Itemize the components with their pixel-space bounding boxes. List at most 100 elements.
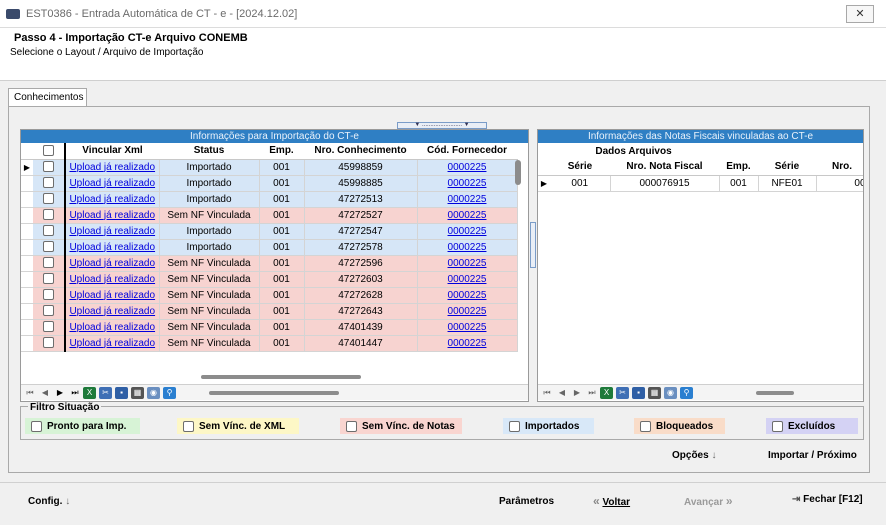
table-row[interactable]: Upload já realizado Importado 001 47272547 0…	[21, 223, 518, 240]
upload-link[interactable]: Upload já realizado	[69, 258, 155, 269]
fechar-button[interactable]: ⇥ Fechar [F12]	[792, 494, 863, 505]
cell-nro-conhecimento[interactable]: 47272628	[304, 287, 418, 304]
cell-status[interactable]: Sem NF Vinculada	[159, 255, 260, 272]
scrollbar-thumb[interactable]	[201, 375, 361, 379]
row-checkbox[interactable]	[33, 175, 66, 192]
cell-status[interactable]: Sem NF Vinculada	[159, 287, 260, 304]
upload-link[interactable]: Upload já realizado	[69, 274, 155, 285]
cell-nro-conhecimento[interactable]: 47272578	[304, 239, 418, 256]
fornecedor-link[interactable]: 0000225	[448, 194, 487, 205]
vertical-splitter-handle[interactable]	[530, 222, 536, 268]
cell-cod-fornecedor[interactable]: 0000225	[417, 159, 518, 176]
fornecedor-link[interactable]: 0000225	[448, 226, 487, 237]
filter-sem-vinc-xml[interactable]: Sem Vínc. de XML	[177, 418, 299, 434]
table-row[interactable]: Upload já realizado Sem NF Vinculada 001 47…	[21, 207, 518, 224]
cell-emp[interactable]: 001	[259, 191, 305, 208]
table-row[interactable]: Upload já realizado Importado 001 45998885 0…	[21, 175, 518, 192]
table-row[interactable]: Upload já realizado Importado 001 47272513 0…	[21, 191, 518, 208]
cell-emp[interactable]: 001	[259, 175, 305, 192]
filter-importados[interactable]: Importados	[503, 418, 594, 434]
prior-record-icon[interactable]: ◀	[38, 386, 52, 399]
filter-icon[interactable]: ◉	[664, 386, 677, 399]
cell-emp[interactable]: 001	[259, 239, 305, 256]
prior-record-icon[interactable]: ◀	[555, 386, 569, 399]
upload-link[interactable]: Upload já realizado	[69, 290, 155, 301]
row-checkbox[interactable]	[33, 335, 66, 352]
cell-serie[interactable]: 001	[550, 175, 611, 192]
config-button[interactable]: Config. ↓	[28, 496, 70, 507]
filter-excluidos[interactable]: Excluídos	[766, 418, 858, 434]
vertical-scrollbar-thumb[interactable]	[515, 160, 521, 185]
filter-icon[interactable]: ◉	[147, 386, 160, 399]
fornecedor-link[interactable]: 0000225	[448, 290, 487, 301]
upload-link[interactable]: Upload já realizado	[69, 306, 155, 317]
cell-nro-conhecimento[interactable]: 47272643	[304, 303, 418, 320]
save-icon[interactable]: ▪	[115, 386, 128, 399]
row-checkbox[interactable]	[33, 159, 66, 176]
table-row[interactable]: ▶ 001 000076915 001 NFE01 00	[538, 175, 863, 192]
cell-cod-fornecedor[interactable]: 0000225	[417, 287, 518, 304]
column-header-vincular-xml[interactable]: Vincular Xml	[65, 143, 159, 160]
cell-emp[interactable]: 001	[259, 287, 305, 304]
cell-nro-conhecimento[interactable]: 47272603	[304, 271, 418, 288]
row-checkbox[interactable]	[33, 239, 66, 256]
cell-status[interactable]: Sem NF Vinculada	[159, 271, 260, 288]
row-checkbox[interactable]	[33, 319, 66, 336]
upload-link[interactable]: Upload já realizado	[69, 242, 155, 253]
cell-cod-fornecedor[interactable]: 0000225	[417, 319, 518, 336]
table-row[interactable]: Upload já realizado Sem NF Vinculada 001 47…	[21, 319, 518, 336]
filter-pronto-para-imp[interactable]: Pronto para Imp.	[25, 418, 140, 434]
filter-sem-vinc-notas[interactable]: Sem Vínc. de Notas	[340, 418, 462, 434]
cell-vincular-xml[interactable]: Upload já realizado	[65, 335, 160, 352]
search-icon[interactable]: ⚲	[680, 386, 693, 399]
column-header-nro-nota-fiscal[interactable]: Nro. Nota Fiscal	[610, 159, 719, 176]
cell-vincular-xml[interactable]: Upload já realizado	[65, 159, 160, 176]
cell-status[interactable]: Sem NF Vinculada	[159, 207, 260, 224]
upload-link[interactable]: Upload já realizado	[69, 322, 155, 333]
cell-cod-fornecedor[interactable]: 0000225	[417, 335, 518, 352]
table-row[interactable]: ▶ Upload já realizado Importado 001 45998859…	[21, 159, 518, 176]
upload-link[interactable]: Upload já realizado	[69, 194, 155, 205]
cell-status[interactable]: Importado	[159, 223, 260, 240]
table-row[interactable]: Upload já realizado Importado 001 47272578 0…	[21, 239, 518, 256]
filter-bloqueados[interactable]: Bloqueados	[634, 418, 725, 434]
column-header-serie-2[interactable]: Série	[758, 159, 816, 176]
navigator-scrollbar[interactable]	[756, 390, 794, 395]
grid-icon[interactable]: ▦	[648, 386, 661, 399]
cell-vincular-xml[interactable]: Upload já realizado	[65, 287, 160, 304]
cell-vincular-xml[interactable]: Upload já realizado	[65, 319, 160, 336]
column-header-nro[interactable]: Nro.	[816, 159, 863, 176]
cell-cod-fornecedor[interactable]: 0000225	[417, 223, 518, 240]
cell-vincular-xml[interactable]: Upload já realizado	[65, 175, 160, 192]
cell-status[interactable]: Importado	[159, 159, 260, 176]
cell-cod-fornecedor[interactable]: 0000225	[417, 191, 518, 208]
cell-vincular-xml[interactable]: Upload já realizado	[65, 239, 160, 256]
cell-status[interactable]: Sem NF Vinculada	[159, 335, 260, 352]
cell-nro-conhecimento[interactable]: 47272513	[304, 191, 418, 208]
last-record-icon[interactable]: ⏭	[68, 386, 82, 399]
cell-emp[interactable]: 001	[719, 175, 759, 192]
collapse-splitter-handle[interactable]: ▼ ........................ ▼	[397, 122, 487, 129]
cell-cod-fornecedor[interactable]: 0000225	[417, 175, 518, 192]
fornecedor-link[interactable]: 0000225	[448, 258, 487, 269]
fornecedor-link[interactable]: 0000225	[448, 338, 487, 349]
upload-link[interactable]: Upload já realizado	[69, 162, 155, 173]
fornecedor-link[interactable]: 0000225	[448, 210, 487, 221]
last-record-icon[interactable]: ⏭	[585, 386, 599, 399]
tools-icon[interactable]: ✂	[616, 386, 629, 399]
row-checkbox[interactable]	[33, 287, 66, 304]
next-record-icon[interactable]: ▶	[570, 386, 584, 399]
cell-status[interactable]: Sem NF Vinculada	[159, 319, 260, 336]
fornecedor-link[interactable]: 0000225	[448, 162, 487, 173]
column-header-status[interactable]: Status	[159, 143, 259, 160]
save-icon[interactable]: ▪	[632, 386, 645, 399]
avancar-button[interactable]: Avançar »	[684, 494, 733, 508]
table-row[interactable]: Upload já realizado Sem NF Vinculada 001 47…	[21, 303, 518, 320]
cell-nro-conhecimento[interactable]: 47272547	[304, 223, 418, 240]
cell-emp[interactable]: 001	[259, 207, 305, 224]
cell-cod-fornecedor[interactable]: 0000225	[417, 271, 518, 288]
upload-link[interactable]: Upload já realizado	[69, 226, 155, 237]
cell-vincular-xml[interactable]: Upload já realizado	[65, 191, 160, 208]
cell-serie-2[interactable]: NFE01	[758, 175, 817, 192]
cell-vincular-xml[interactable]: Upload já realizado	[65, 223, 160, 240]
